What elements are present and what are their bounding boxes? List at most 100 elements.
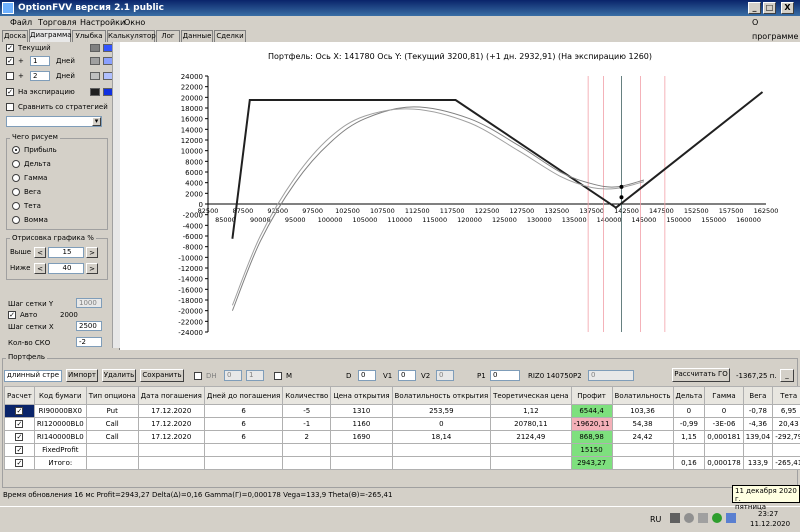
auto-checkbox[interactable]: ✓: [8, 311, 16, 319]
column-header[interactable]: Теоретическая цена: [490, 386, 572, 405]
left-panel-scrollbar[interactable]: [112, 42, 120, 348]
payoff-chart[interactable]: 24000 22000 20000 18000 16000 14000 12000 10000…: [120, 42, 800, 350]
table-row[interactable]: ✓FixedProfit15150X: [4, 443, 800, 457]
day2-checkbox[interactable]: [6, 72, 14, 80]
calc-checkbox-cell[interactable]: ✓: [4, 443, 35, 457]
below-increase-button[interactable]: >: [86, 263, 98, 274]
expiration-checkbox[interactable]: ✓: [6, 88, 14, 96]
compare-checkbox[interactable]: [6, 103, 14, 111]
tab-log[interactable]: Лог: [156, 30, 180, 42]
table-row[interactable]: ✓Итого:2943,270,160,000178133,9-265,41X: [4, 456, 800, 470]
clock-time[interactable]: 23:27: [758, 510, 778, 518]
day1-checkbox[interactable]: ✓: [6, 57, 14, 65]
save-button[interactable]: Сохранить: [140, 369, 184, 382]
tab-calculator[interactable]: Калькулятор: [107, 30, 156, 42]
maximize-button[interactable]: □: [763, 2, 776, 14]
color-swatch-current-gray[interactable]: [90, 44, 100, 52]
calc-checkbox-cell[interactable]: ✓: [4, 456, 35, 470]
tab-deals[interactable]: Сделки: [214, 30, 246, 42]
column-header[interactable]: Тета: [772, 386, 800, 405]
menu-trade[interactable]: Торговля: [38, 16, 77, 30]
column-header[interactable]: Дата погашения: [137, 386, 205, 405]
column-header[interactable]: Количество: [282, 386, 332, 405]
table-row[interactable]: ✓ RI140000BL0 Call 17.12.2020 6 2 1690 18,14 212…: [4, 430, 800, 444]
column-header[interactable]: Гамма: [704, 386, 744, 405]
tray-app-icon[interactable]: [670, 513, 680, 523]
v1-input[interactable]: 0: [398, 370, 416, 381]
grid-x-input[interactable]: 2500: [76, 321, 102, 331]
color-swatch-day1-gray[interactable]: [90, 57, 100, 65]
color-swatch-exp-black[interactable]: [90, 88, 100, 96]
menu-settings[interactable]: Настройки: [80, 16, 125, 30]
dh-input-2[interactable]: 1: [246, 370, 264, 381]
below-decrease-button[interactable]: <: [34, 263, 46, 274]
radio-vega[interactable]: [12, 188, 20, 196]
day2-input[interactable]: 2: [30, 71, 50, 81]
d-input[interactable]: 0: [358, 370, 376, 381]
column-header[interactable]: Дней до погашения: [203, 386, 284, 405]
radio-delta[interactable]: [12, 160, 20, 168]
column-header[interactable]: Профит: [570, 386, 613, 405]
chevron-down-icon[interactable]: ▾: [92, 117, 101, 126]
calc-checkbox-cell[interactable]: ✓: [4, 430, 35, 444]
import-button[interactable]: Импорт: [66, 369, 98, 382]
above-decrease-button[interactable]: <: [34, 247, 46, 258]
dh-checkbox[interactable]: [194, 372, 202, 380]
radio-gamma[interactable]: [12, 174, 20, 182]
compare-label: Сравнить со стратегией: [18, 103, 108, 111]
v2-input[interactable]: 0: [436, 370, 454, 381]
calc-go-button[interactable]: Рассчитать ГО: [672, 368, 730, 382]
above-increase-button[interactable]: >: [86, 247, 98, 258]
table-row[interactable]: ✓ RI120000BL0 Call 17.12.2020 6 -1 1160 0 20780,…: [4, 417, 800, 431]
grid-y-input[interactable]: 1000: [76, 298, 102, 308]
column-header[interactable]: Вега: [742, 386, 774, 405]
column-header[interactable]: Код бумаги: [33, 386, 87, 405]
calc-checkbox[interactable]: ✓: [15, 459, 24, 467]
tray-sound-icon[interactable]: [698, 513, 708, 523]
menu-about[interactable]: О программе: [752, 16, 800, 44]
menu-file[interactable]: Файл: [10, 16, 32, 30]
calc-checkbox[interactable]: ✓: [15, 433, 24, 441]
clock-date[interactable]: 11.12.2020: [750, 520, 790, 528]
below-input[interactable]: 40: [48, 263, 84, 274]
above-input[interactable]: 15: [48, 247, 84, 258]
tab-diagram[interactable]: Диаграмма: [29, 29, 72, 42]
day1-input[interactable]: 1: [30, 56, 50, 66]
m-checkbox[interactable]: [274, 372, 282, 380]
dh-input-1[interactable]: 0: [224, 370, 242, 381]
calc-checkbox-cell[interactable]: ✓: [4, 417, 35, 431]
minimize-button[interactable]: _: [748, 2, 761, 14]
column-header[interactable]: Дельта: [672, 386, 706, 405]
menu-window[interactable]: Окно: [124, 16, 145, 30]
tray-monitor-icon[interactable]: [726, 513, 736, 523]
minimize-portfolio-button[interactable]: _: [780, 369, 794, 382]
p2-input[interactable]: 0: [588, 370, 634, 381]
radio-profit[interactable]: [12, 146, 20, 154]
column-header[interactable]: Цена открытия: [330, 386, 393, 405]
column-header[interactable]: Тип опциона: [85, 386, 139, 405]
color-swatch-day2-gray[interactable]: [90, 72, 100, 80]
calc-checkbox-cell[interactable]: ✓: [4, 404, 35, 418]
column-header[interactable]: Волатильность: [611, 386, 674, 405]
strategy-dropdown[interactable]: длинный стре: [4, 370, 62, 382]
delete-button[interactable]: Удалить: [102, 369, 136, 382]
current-checkbox[interactable]: ✓: [6, 44, 14, 52]
tray-check-icon[interactable]: [712, 513, 722, 523]
language-indicator[interactable]: RU: [650, 515, 661, 524]
column-header[interactable]: Волатильность открытия: [391, 386, 492, 405]
strategy-select[interactable]: [6, 116, 102, 127]
tray-network-icon[interactable]: [684, 513, 694, 523]
table-row[interactable]: ✓ RI90000BX0 Put 17.12.2020 6 -5 1310 253,59 1,1…: [4, 404, 800, 418]
column-header[interactable]: Расчет: [4, 386, 35, 405]
sko-input[interactable]: -2: [76, 337, 102, 347]
calc-checkbox[interactable]: ✓: [15, 407, 24, 415]
close-button[interactable]: X: [781, 2, 794, 14]
radio-vomma[interactable]: [12, 216, 20, 224]
tab-smile[interactable]: Улыбка: [72, 30, 106, 42]
calc-checkbox[interactable]: ✓: [15, 446, 24, 454]
tab-data[interactable]: Данные: [181, 30, 213, 42]
tab-board[interactable]: Доска: [2, 30, 28, 42]
radio-theta[interactable]: [12, 202, 20, 210]
calc-checkbox[interactable]: ✓: [15, 420, 24, 428]
p1-input[interactable]: 0: [490, 370, 520, 381]
